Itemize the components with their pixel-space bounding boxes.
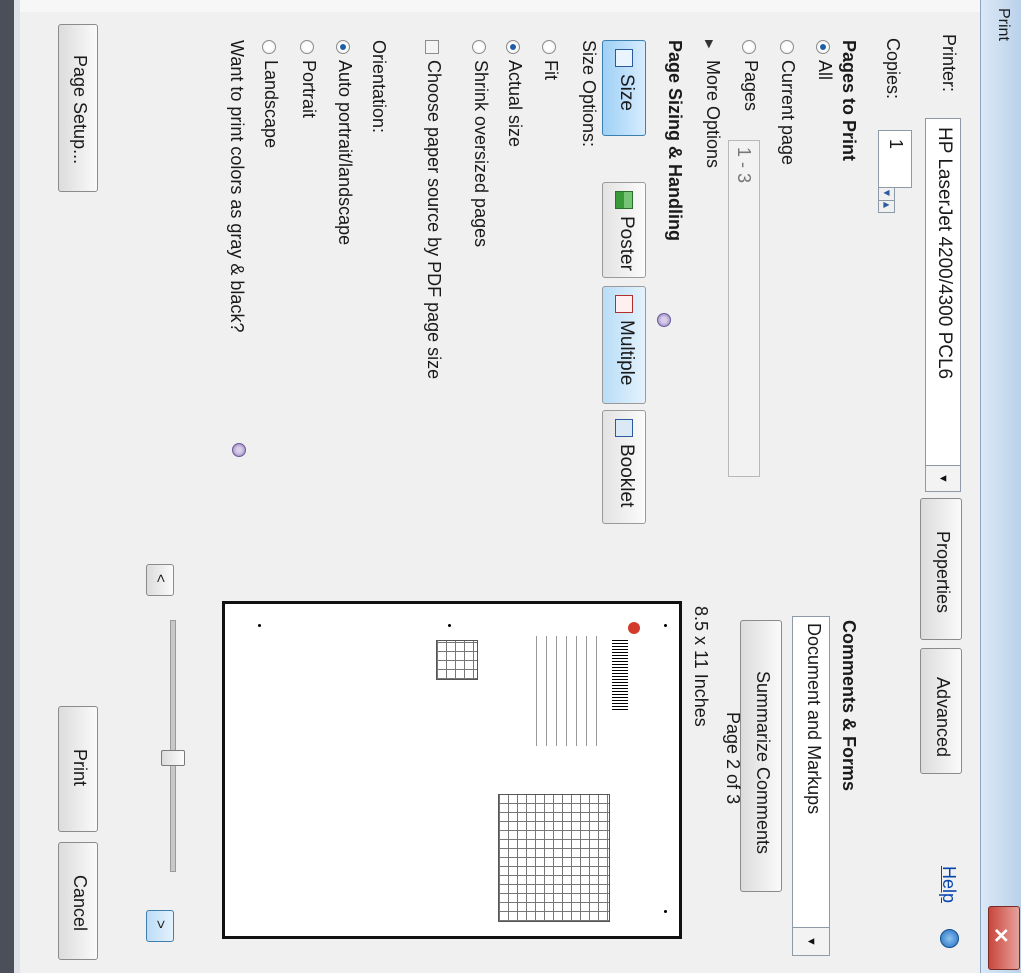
radio-all[interactable] xyxy=(816,40,830,54)
close-icon: ✕ xyxy=(989,927,1011,944)
help-link[interactable]: Help xyxy=(939,866,959,903)
form-text-lines xyxy=(536,636,606,746)
next-page-button[interactable]: > xyxy=(146,910,174,942)
summarize-comments-button[interactable]: Summarize Comments xyxy=(740,620,782,892)
chevron-down-icon: > xyxy=(152,920,169,929)
radio-portrait[interactable] xyxy=(300,40,314,54)
comments-forms-select[interactable]: Document and Markups ▼ xyxy=(792,616,830,956)
title-bar[interactable] xyxy=(980,0,1021,973)
advanced-button[interactable]: Advanced xyxy=(920,648,962,774)
logo-icon xyxy=(628,622,640,634)
copies-stepper[interactable]: ◀ ▶ xyxy=(878,187,895,213)
help-icon[interactable] xyxy=(940,929,959,948)
cancel-button-label: Cancel xyxy=(70,875,90,932)
printer-select-value: HP LaserJet 4200/4300 PCL6 xyxy=(934,127,955,380)
print-button-label: Print xyxy=(70,749,90,787)
preview-page xyxy=(236,612,676,930)
radio-pages[interactable] xyxy=(742,40,756,54)
radio-actual-size[interactable] xyxy=(506,40,520,54)
page-corner-mark xyxy=(448,624,451,627)
properties-button[interactable]: Properties xyxy=(920,498,962,640)
multiple-icon xyxy=(615,295,633,313)
radio-shrink-oversized-label: Shrink oversized pages xyxy=(471,60,491,248)
cancel-button[interactable]: Cancel xyxy=(58,842,98,960)
radio-auto-orientation[interactable] xyxy=(336,40,350,54)
page-slider-thumb[interactable] xyxy=(161,750,185,766)
tab-poster[interactable]: Poster xyxy=(602,182,646,278)
dialog-top-strip xyxy=(0,0,980,12)
radio-all-label: All xyxy=(815,60,835,81)
tab-multiple-label: Multiple xyxy=(616,320,637,386)
paper-size-label: 8.5 x 11 Inches xyxy=(691,606,711,727)
summarize-comments-label: Summarize Comments xyxy=(753,671,773,855)
comments-dropdown-button[interactable]: ▼ xyxy=(793,927,829,955)
page-sizing-heading: Page Sizing & Handling xyxy=(665,40,685,242)
radio-actual-size-label: Actual size xyxy=(505,60,525,148)
tab-booklet[interactable]: Booklet xyxy=(602,410,646,524)
previous-page-button[interactable]: < xyxy=(146,564,174,596)
chevron-up-icon: < xyxy=(152,574,169,583)
radio-shrink-oversized[interactable] xyxy=(472,40,486,54)
page-corner-mark xyxy=(664,910,667,913)
gray-black-question: Want to print colors as gray & black? xyxy=(227,40,247,333)
paper-source-checkbox-label: Choose paper source by PDF page size xyxy=(424,60,444,380)
window-edge-highlight xyxy=(14,0,20,973)
copies-value: 1 xyxy=(886,139,906,150)
expand-triangle-icon[interactable]: ▶ xyxy=(703,40,716,48)
radio-fit-label: Fit xyxy=(541,60,561,80)
close-button[interactable]: ✕ xyxy=(988,906,1020,970)
barcode xyxy=(612,638,628,710)
window-edge xyxy=(0,0,14,973)
poster-icon xyxy=(615,191,633,209)
radio-current-page-label: Current page xyxy=(778,60,798,166)
page-setup-button-label: Page Setup... xyxy=(70,55,90,165)
radio-portrait-label: Portrait xyxy=(299,60,319,119)
small-bubble-grid xyxy=(436,640,478,680)
orientation-label: Orientation: xyxy=(369,40,389,134)
tab-multiple[interactable]: Multiple xyxy=(602,286,646,404)
paper-source-checkbox[interactable] xyxy=(425,40,439,54)
printer-dropdown-button[interactable]: ▼ xyxy=(926,465,960,491)
tab-size[interactable]: Size xyxy=(602,40,646,136)
advanced-button-label: Advanced xyxy=(933,677,953,758)
radio-auto-orientation-label: Auto portrait/landscape xyxy=(335,60,355,246)
tab-size-label: Size xyxy=(616,74,637,111)
gray-info-icon[interactable] xyxy=(232,443,246,457)
tab-poster-label: Poster xyxy=(616,216,637,271)
radio-landscape-label: Landscape xyxy=(261,60,281,149)
chevron-down-icon: ▼ xyxy=(937,473,949,484)
pages-to-print-heading: Pages to Print xyxy=(839,40,859,162)
pages-range-input[interactable]: 1 - 3 xyxy=(728,140,760,477)
pages-range-value: 1 - 3 xyxy=(734,147,754,184)
page-corner-mark xyxy=(664,624,667,627)
radio-current-page[interactable] xyxy=(780,40,794,54)
page-setup-button[interactable]: Page Setup... xyxy=(58,24,98,192)
radio-pages-label: Pages xyxy=(741,60,761,112)
size-icon xyxy=(615,49,633,67)
page-indicator: Page 2 of 3 xyxy=(723,712,743,805)
page-corner-mark xyxy=(258,624,261,627)
comments-forms-heading: Comments & Forms xyxy=(839,620,859,792)
copies-label: Copies: xyxy=(883,38,903,100)
printer-select[interactable]: HP LaserJet 4200/4300 PCL6 ▼ xyxy=(925,118,961,492)
more-options-link[interactable]: More Options xyxy=(703,60,723,168)
copies-input[interactable]: 1 xyxy=(878,130,912,188)
size-options-label: Size Options: xyxy=(579,40,599,148)
copies-increment-icon[interactable]: ▶ xyxy=(879,200,894,212)
comments-forms-value: Document and Markups xyxy=(804,623,824,815)
chevron-down-icon: ▼ xyxy=(805,936,817,947)
page-slider-track[interactable] xyxy=(170,620,176,872)
properties-button-label: Properties xyxy=(933,531,953,614)
answer-bubble-grid xyxy=(498,794,610,922)
info-icon[interactable] xyxy=(657,313,671,327)
radio-fit[interactable] xyxy=(542,40,556,54)
printer-label: Printer: xyxy=(939,34,959,93)
radio-landscape[interactable] xyxy=(262,40,276,54)
booklet-icon xyxy=(615,419,633,437)
dialog-title: Print xyxy=(995,8,1012,41)
print-button[interactable]: Print xyxy=(58,706,98,832)
tab-booklet-label: Booklet xyxy=(616,444,637,508)
